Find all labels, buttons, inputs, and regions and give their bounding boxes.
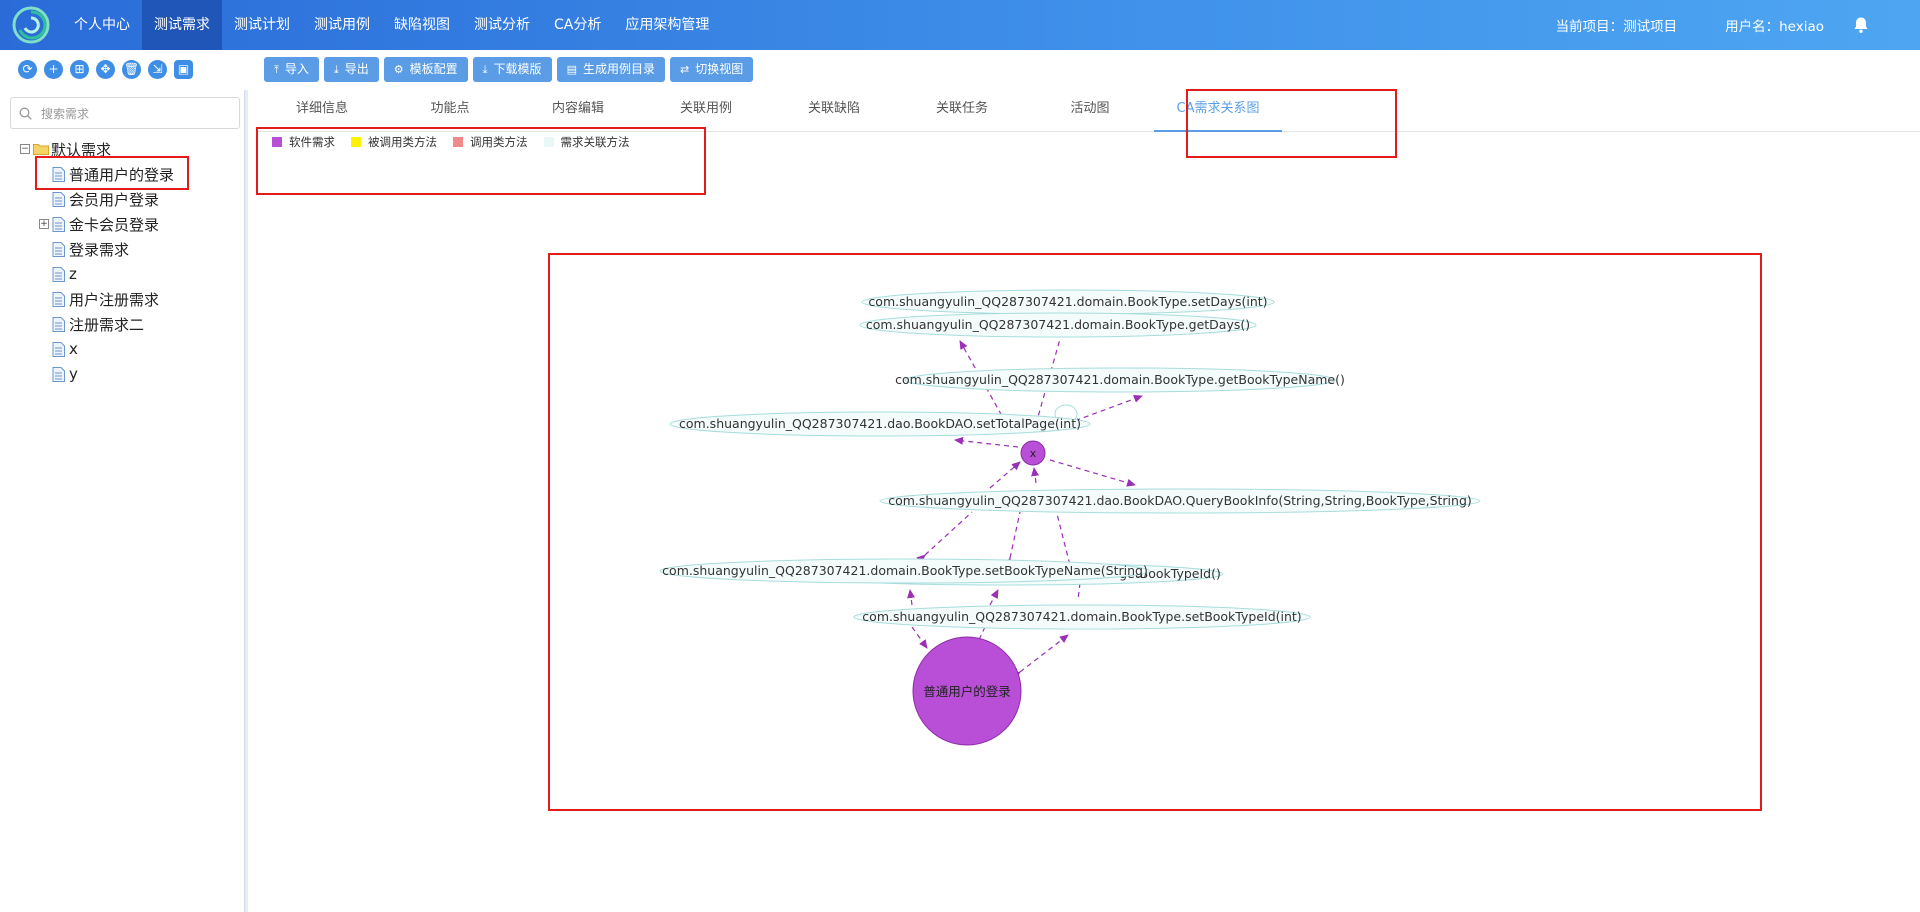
document-icon xyxy=(52,341,65,357)
upload-icon: ⤒ xyxy=(274,63,279,76)
nav-defect-view[interactable]: 缺陷视图 xyxy=(382,0,462,50)
nav-personal-center[interactable]: 个人中心 xyxy=(62,0,142,50)
tree-item-y[interactable]: y xyxy=(52,363,78,385)
search-input[interactable] xyxy=(41,104,231,124)
highlight-box-selected-item xyxy=(35,156,189,190)
tab-details[interactable]: 详细信息 xyxy=(258,92,386,131)
nav-right: 当前项目：测试项目 用户名：hexiao xyxy=(1556,0,1920,50)
collapse-toggle-icon[interactable]: − xyxy=(20,144,30,154)
highlight-box-active-tab xyxy=(1186,89,1397,158)
download-icon: ⤓ xyxy=(482,63,488,76)
search-box xyxy=(10,97,240,129)
tab-content-edit[interactable]: 内容编辑 xyxy=(514,92,642,131)
tree-item-label: x xyxy=(69,340,78,358)
switch-view-label: 切换视图 xyxy=(695,62,744,76)
tree-item-x[interactable]: x xyxy=(52,338,78,360)
requirement-tree-panel: − 默认需求 普通用户的登录 会员用户登录 + 金卡会员登录 登录需求 z xyxy=(0,90,245,912)
generate-case-dir-label: 生成用例目录 xyxy=(582,62,655,76)
search-icon xyxy=(19,107,32,120)
import-label: 导入 xyxy=(284,62,309,76)
document-icon xyxy=(52,191,65,207)
screen-icon[interactable]: ▣ xyxy=(174,60,193,79)
nav-test-requirements[interactable]: 测试需求 xyxy=(142,0,222,50)
tree-item-label: 注册需求二 xyxy=(69,315,145,334)
nav-ca-analysis[interactable]: CA分析 xyxy=(542,0,613,50)
switch-icon: ⇄ xyxy=(679,63,690,76)
tab-function-points[interactable]: 功能点 xyxy=(386,92,514,131)
tree-item-登录需求[interactable]: 登录需求 xyxy=(52,238,129,260)
document-icon xyxy=(52,216,65,232)
delete-icon[interactable]: 🗑 xyxy=(122,60,141,79)
export-button[interactable]: ⤓ 导出 xyxy=(323,57,379,82)
export-label: 导出 xyxy=(344,62,369,76)
nav-test-analysis[interactable]: 测试分析 xyxy=(462,0,542,50)
tab-related-tasks[interactable]: 关联任务 xyxy=(898,92,1026,131)
export-node-icon[interactable]: ⇲ xyxy=(148,60,167,79)
folder-icon xyxy=(33,144,49,155)
nav-test-plan[interactable]: 测试计划 xyxy=(222,0,302,50)
switch-view-button[interactable]: ⇄ 切换视图 xyxy=(669,57,754,82)
document-icon: ▤ xyxy=(566,63,577,76)
tree-item-label: 金卡会员登录 xyxy=(69,215,160,234)
document-icon xyxy=(52,291,65,307)
document-icon xyxy=(52,366,65,382)
download-template-label: 下载模版 xyxy=(493,62,542,76)
import-button[interactable]: ⤒ 导入 xyxy=(264,57,319,82)
template-config-button[interactable]: ⚙ 模板配置 xyxy=(383,57,468,82)
template-config-label: 模板配置 xyxy=(409,62,458,76)
top-navigation-bar: 个人中心 测试需求 测试计划 测试用例 缺陷视图 测试分析 CA分析 应用架构管… xyxy=(0,0,1920,50)
bell-icon[interactable] xyxy=(1852,16,1870,34)
tree-item-会员用户登录[interactable]: 会员用户登录 xyxy=(52,188,159,210)
action-toolbar: ⤒ 导入 ⤓ 导出 ⚙ 模板配置 ⤓ 下载模版 ▤ 生成用例目录 ⇄ 切换视图 xyxy=(264,57,754,82)
refresh-icon[interactable]: ⟳ xyxy=(18,60,37,79)
tab-related-defects[interactable]: 关联缺陷 xyxy=(770,92,898,131)
tab-related-cases[interactable]: 关联用例 xyxy=(642,92,770,131)
panel-splitter[interactable] xyxy=(244,90,248,912)
tree-toolbar: ⟳ + ⊞ ✥ 🗑 ⇲ ▣ xyxy=(18,60,193,79)
username[interactable]: 用户名：hexiao xyxy=(1725,15,1824,35)
current-project[interactable]: 当前项目：测试项目 xyxy=(1556,15,1678,35)
tab-activity-diagram[interactable]: 活动图 xyxy=(1026,92,1154,131)
highlight-box-graph xyxy=(548,253,1762,811)
tree-item-label: 会员用户登录 xyxy=(69,190,160,209)
tree-item-label: 登录需求 xyxy=(69,240,130,259)
expand-toggle-icon[interactable]: + xyxy=(39,219,49,229)
add-icon[interactable]: + xyxy=(44,60,63,79)
tree-item-金卡会员登录[interactable]: + 金卡会员登录 xyxy=(39,213,159,235)
tree-item-label: z xyxy=(69,265,77,283)
generate-case-dir-button[interactable]: ▤ 生成用例目录 xyxy=(556,57,665,82)
move-icon[interactable]: ✥ xyxy=(96,60,115,79)
tree-item-用户注册需求[interactable]: 用户注册需求 xyxy=(52,288,159,310)
nav-app-architecture[interactable]: 应用架构管理 xyxy=(613,0,721,50)
grid-icon[interactable]: ⊞ xyxy=(70,60,89,79)
download-icon: ⤓ xyxy=(333,63,339,76)
document-icon xyxy=(52,266,65,282)
tree-item-注册需求二[interactable]: 注册需求二 xyxy=(52,313,144,335)
download-template-button[interactable]: ⤓ 下载模版 xyxy=(472,57,552,82)
gear-icon: ⚙ xyxy=(393,63,404,76)
main-nav: 个人中心 测试需求 测试计划 测试用例 缺陷视图 测试分析 CA分析 应用架构管… xyxy=(62,0,721,50)
tree-item-label: 用户注册需求 xyxy=(69,290,160,309)
nav-test-cases[interactable]: 测试用例 xyxy=(302,0,382,50)
highlight-box-legend xyxy=(256,127,706,195)
detail-tabs: 详细信息 功能点 内容编辑 关联用例 关联缺陷 关联任务 活动图 CA需求关系图 xyxy=(258,92,1920,132)
document-icon xyxy=(52,316,65,332)
document-icon xyxy=(52,241,65,257)
tree-item-label: y xyxy=(69,365,78,383)
tree-item-z[interactable]: z xyxy=(52,263,77,285)
app-logo-icon[interactable] xyxy=(12,6,50,44)
